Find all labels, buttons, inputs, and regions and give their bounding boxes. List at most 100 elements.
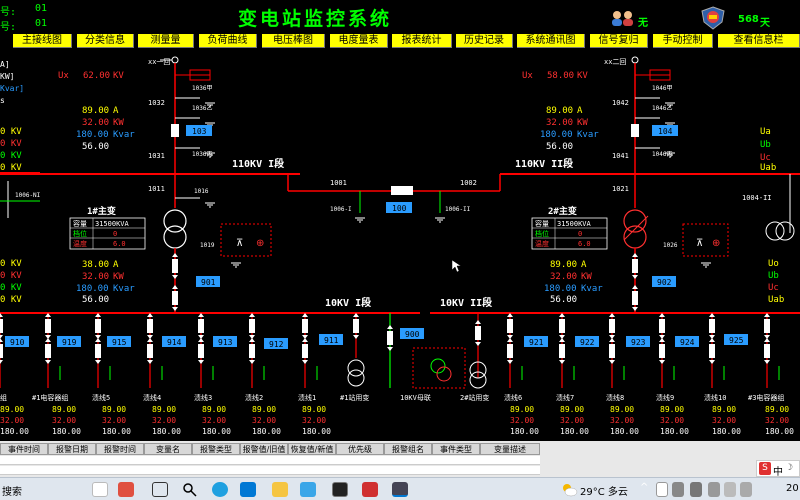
runtime-days-value: 568: [738, 14, 759, 25]
taskbar-clock[interactable]: 20: [786, 483, 799, 494]
t1-pf: 56.00: [82, 295, 109, 305]
log-col-alarm-value[interactable]: 报警值/旧值: [240, 443, 288, 455]
log-col-var-name[interactable]: 变量名: [144, 443, 192, 455]
feeder-value: 89.00: [202, 405, 226, 414]
transformer1-winding-lv: [163, 225, 187, 249]
feeder-value: 32.00: [560, 416, 584, 425]
log-col-event-time[interactable]: 事件时间: [0, 443, 48, 455]
breaker-913-label: 913: [218, 338, 233, 347]
switch-1032: 1032: [148, 99, 165, 107]
log-row[interactable]: [0, 466, 540, 475]
switch-1011: 1011: [148, 185, 165, 193]
feeder-value: 180.00: [252, 427, 281, 436]
diagram-canvas: A] KW] Kvar] s 0 KV 0 KV 0 KV 0 KV 0 KV …: [0, 56, 800, 436]
feeder-value: 32.00: [610, 416, 634, 425]
line2-current: 89.00: [546, 106, 573, 116]
scada-app-icon[interactable]: [392, 482, 408, 497]
feeder-value: 180.00: [660, 427, 689, 436]
right-label-uo: Uo: [768, 259, 779, 269]
store-icon[interactable]: [240, 482, 256, 497]
app-icon-red[interactable]: [362, 482, 378, 497]
line1-reactive-unit: Kvar: [113, 130, 135, 140]
search-icon[interactable]: [182, 482, 198, 497]
log-col-alarm-date[interactable]: 报警日期: [48, 443, 96, 455]
breaker-924-label: 924: [680, 338, 695, 347]
t1-current: 38.00: [82, 260, 109, 270]
ime-toolbar[interactable]: S 中 ☽: [756, 460, 800, 478]
menu-report-stats[interactable]: 报表统计: [392, 34, 452, 48]
menu-category-info[interactable]: 分类信息: [77, 34, 134, 48]
app-icon-dark[interactable]: [332, 482, 348, 497]
bus-110-2-label: 110KV II段: [515, 157, 573, 170]
tray-battery-icon[interactable]: [708, 482, 720, 497]
feeder-value: 89.00: [660, 405, 684, 414]
tray-network-icon[interactable]: [672, 482, 684, 497]
taskbar-search-text[interactable]: 搜索: [2, 483, 22, 498]
feeder-value: 89.00: [252, 405, 276, 414]
feeder-value: 32.00: [712, 416, 736, 425]
app-icon-a[interactable]: [92, 482, 108, 497]
t1-temp: 6.0: [113, 240, 126, 248]
log-col-alarm-time[interactable]: 报警时间: [96, 443, 144, 455]
tray-volume-icon[interactable]: [690, 482, 702, 497]
log-col-priority[interactable]: 优先级: [336, 443, 384, 455]
users-icon[interactable]: [610, 10, 636, 26]
menu-view-info[interactable]: 查看信息栏: [718, 34, 800, 48]
line2-reactive: 180.00: [540, 130, 573, 140]
menu-load-curve[interactable]: 负荷曲线: [199, 34, 257, 48]
breaker-925-label: 925: [729, 336, 744, 345]
menu-measurements[interactable]: 测量量: [138, 34, 194, 48]
feeder-value: 32.00: [202, 416, 226, 425]
feeder-value: 180.00: [302, 427, 331, 436]
menu-main-wiring[interactable]: 主接线图: [13, 34, 72, 48]
task-view-icon[interactable]: [152, 482, 168, 497]
menu-bar: 主接线图 分类信息 测量量 负荷曲线 电压棒图 电度量表 报表统计 历史记录 系…: [0, 34, 800, 48]
line1-reactive: 180.00: [76, 130, 109, 140]
feeder-value: 180.00: [765, 427, 794, 436]
tray-chevron-icon[interactable]: ^: [640, 482, 656, 497]
weather-text[interactable]: 29°C 多云: [580, 483, 628, 498]
line2-reactive-unit: Kvar: [577, 130, 599, 140]
feeder-name-5: 渍线5: [92, 393, 110, 402]
edge-browser-icon[interactable]: [212, 482, 228, 497]
t1-current-unit: A: [113, 260, 119, 270]
menu-comm-diagram[interactable]: 系统通讯图: [517, 34, 585, 48]
feeder-value: 89.00: [52, 405, 76, 414]
app-icon-red-bird[interactable]: [118, 482, 134, 497]
isolator-1036a: 1036甲: [192, 85, 212, 92]
left-kv-1: 0 KV: [0, 127, 22, 137]
bus-tie-breaker-body[interactable]: [391, 186, 413, 195]
log-col-var-desc[interactable]: 变量描述: [480, 443, 540, 455]
line1-power: 32.00: [82, 118, 109, 128]
feeder-value: 89.00: [302, 405, 326, 414]
menu-energy-table[interactable]: 电度量表: [330, 34, 388, 48]
mail-icon[interactable]: [300, 482, 316, 497]
file-explorer-icon[interactable]: [272, 482, 288, 497]
t2-reactive-unit: Kvar: [581, 284, 603, 294]
log-col-alarm-type[interactable]: 报警类型: [192, 443, 240, 455]
breaker-921-label: 921: [529, 338, 544, 347]
left-unit-a: A]: [0, 60, 10, 69]
feeder-name-cap1: #1电容器组: [32, 393, 68, 402]
left-unit-kvar: Kvar]: [0, 84, 24, 93]
log-col-group-name[interactable]: 报警组名: [384, 443, 432, 455]
feeder-value: 180.00: [202, 427, 231, 436]
feeder-value: 89.00: [0, 405, 24, 414]
menu-manual-control[interactable]: 手动控制: [653, 34, 713, 48]
menu-voltage-bar[interactable]: 电压棒图: [262, 34, 325, 48]
breaker-901-label: 901: [201, 278, 216, 287]
feeder-value: 32.00: [302, 416, 326, 425]
windows-taskbar: 搜索 29°C 多云 ^ 20: [0, 477, 800, 500]
menu-signal-reset[interactable]: 信号复归: [590, 34, 648, 48]
log-col-event-type[interactable]: 事件类型: [432, 443, 480, 455]
left-kv-6: 0 KV: [0, 271, 22, 281]
svg-text:⊕: ⊕: [256, 238, 264, 249]
bus-10-1-label: 10KV I段: [325, 296, 371, 309]
log-row[interactable]: [0, 456, 540, 465]
ux2-label: Ux: [522, 71, 533, 81]
tray-ime-icon[interactable]: [724, 482, 736, 497]
tray-extra-icon[interactable]: [740, 482, 752, 497]
menu-history[interactable]: 历史记录: [456, 34, 513, 48]
tray-app-icon[interactable]: [656, 482, 668, 497]
log-col-restore-value[interactable]: 恢复值/新值: [288, 443, 336, 455]
